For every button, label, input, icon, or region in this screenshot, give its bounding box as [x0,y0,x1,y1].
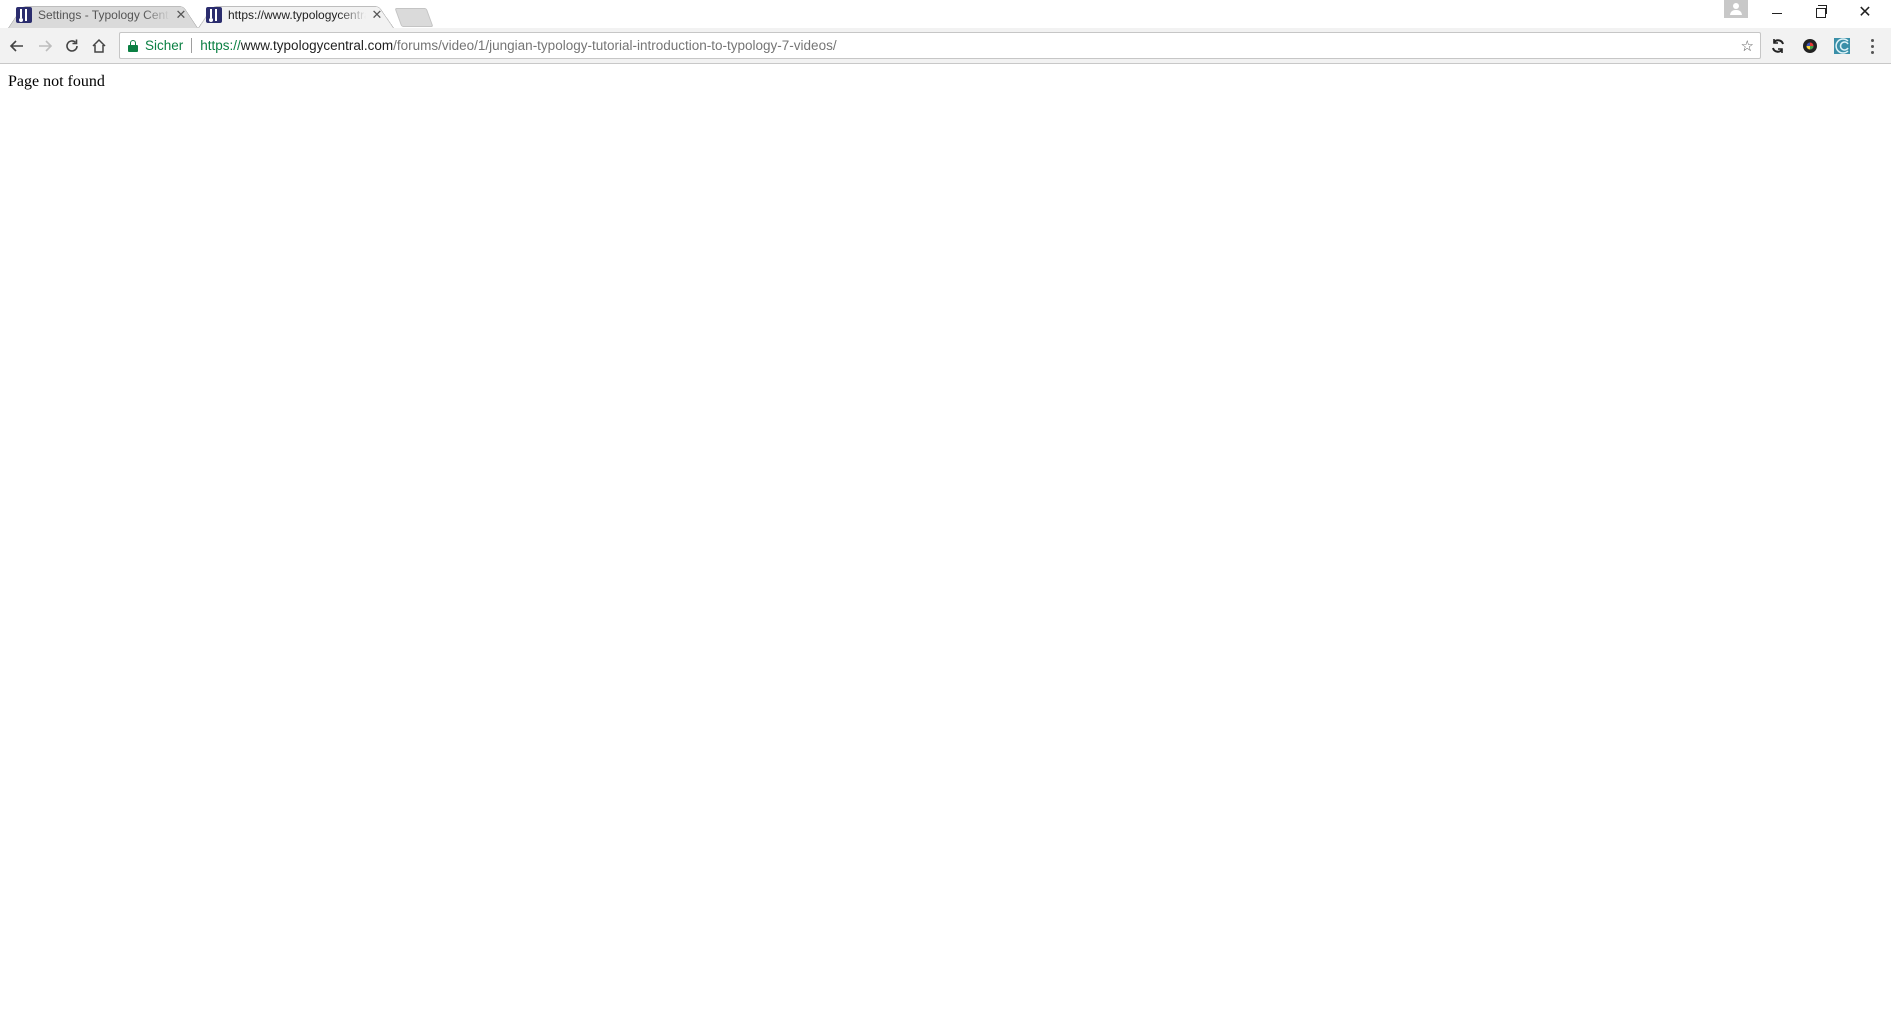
page-content: Page not found [0,64,1891,1024]
typology-central-favicon-icon [16,7,32,23]
extension-sync-button[interactable] [1767,35,1789,57]
tab-strip: Settings - Typology Central ✕ https://ww… [0,0,1891,28]
reload-icon [66,39,78,52]
forward-arrow-icon [39,40,53,52]
close-icon[interactable]: ✕ [370,7,384,23]
page-not-found-message: Page not found [8,73,105,90]
more-vert-icon [1870,38,1874,42]
home-button[interactable] [86,33,112,59]
forward-button[interactable] [32,33,58,59]
security-label[interactable]: Sicher [145,38,183,53]
close-icon: ✕ [1858,4,1872,21]
profile-avatar-button[interactable] [1724,0,1748,18]
extension-camera-button[interactable] [1799,35,1821,57]
restore-button[interactable] [1799,0,1843,26]
tab-title: https://www.typologycentral.com/forums/v… [228,8,366,22]
address-bar[interactable]: Sicher https://www.typologycentral.com/f… [119,32,1761,59]
close-window-button[interactable]: ✕ [1843,0,1887,26]
new-tab-button[interactable] [394,8,434,27]
browser-toolbar: Sicher https://www.typologycentral.com/f… [0,28,1891,64]
sync-icon [1772,39,1784,53]
back-arrow-icon [9,40,23,52]
minimize-icon [1772,12,1782,14]
close-icon[interactable]: ✕ [174,7,188,23]
extension-wave-button[interactable] [1831,35,1853,57]
person-icon [1733,3,1739,9]
tab-settings[interactable]: Settings - Typology Central ✕ [8,2,198,28]
lock-icon [128,39,138,52]
bookmark-star-icon[interactable]: ☆ [1741,37,1754,55]
url-text[interactable]: https://www.typologycentral.com/forums/v… [200,38,836,53]
restore-icon [1816,5,1827,18]
tab-title: Settings - Typology Central [38,8,170,22]
typology-central-favicon-icon [206,7,222,23]
reload-button[interactable] [59,33,85,59]
minimize-button[interactable] [1755,0,1799,26]
wave-icon [1834,38,1850,54]
browser-menu-button[interactable] [1862,35,1882,57]
home-icon [92,38,106,53]
back-button[interactable] [4,33,30,59]
camera-lens-icon [1803,39,1817,53]
divider [191,38,193,53]
tab-active-page[interactable]: https://www.typologycentral.com/forums/v… [198,2,394,28]
